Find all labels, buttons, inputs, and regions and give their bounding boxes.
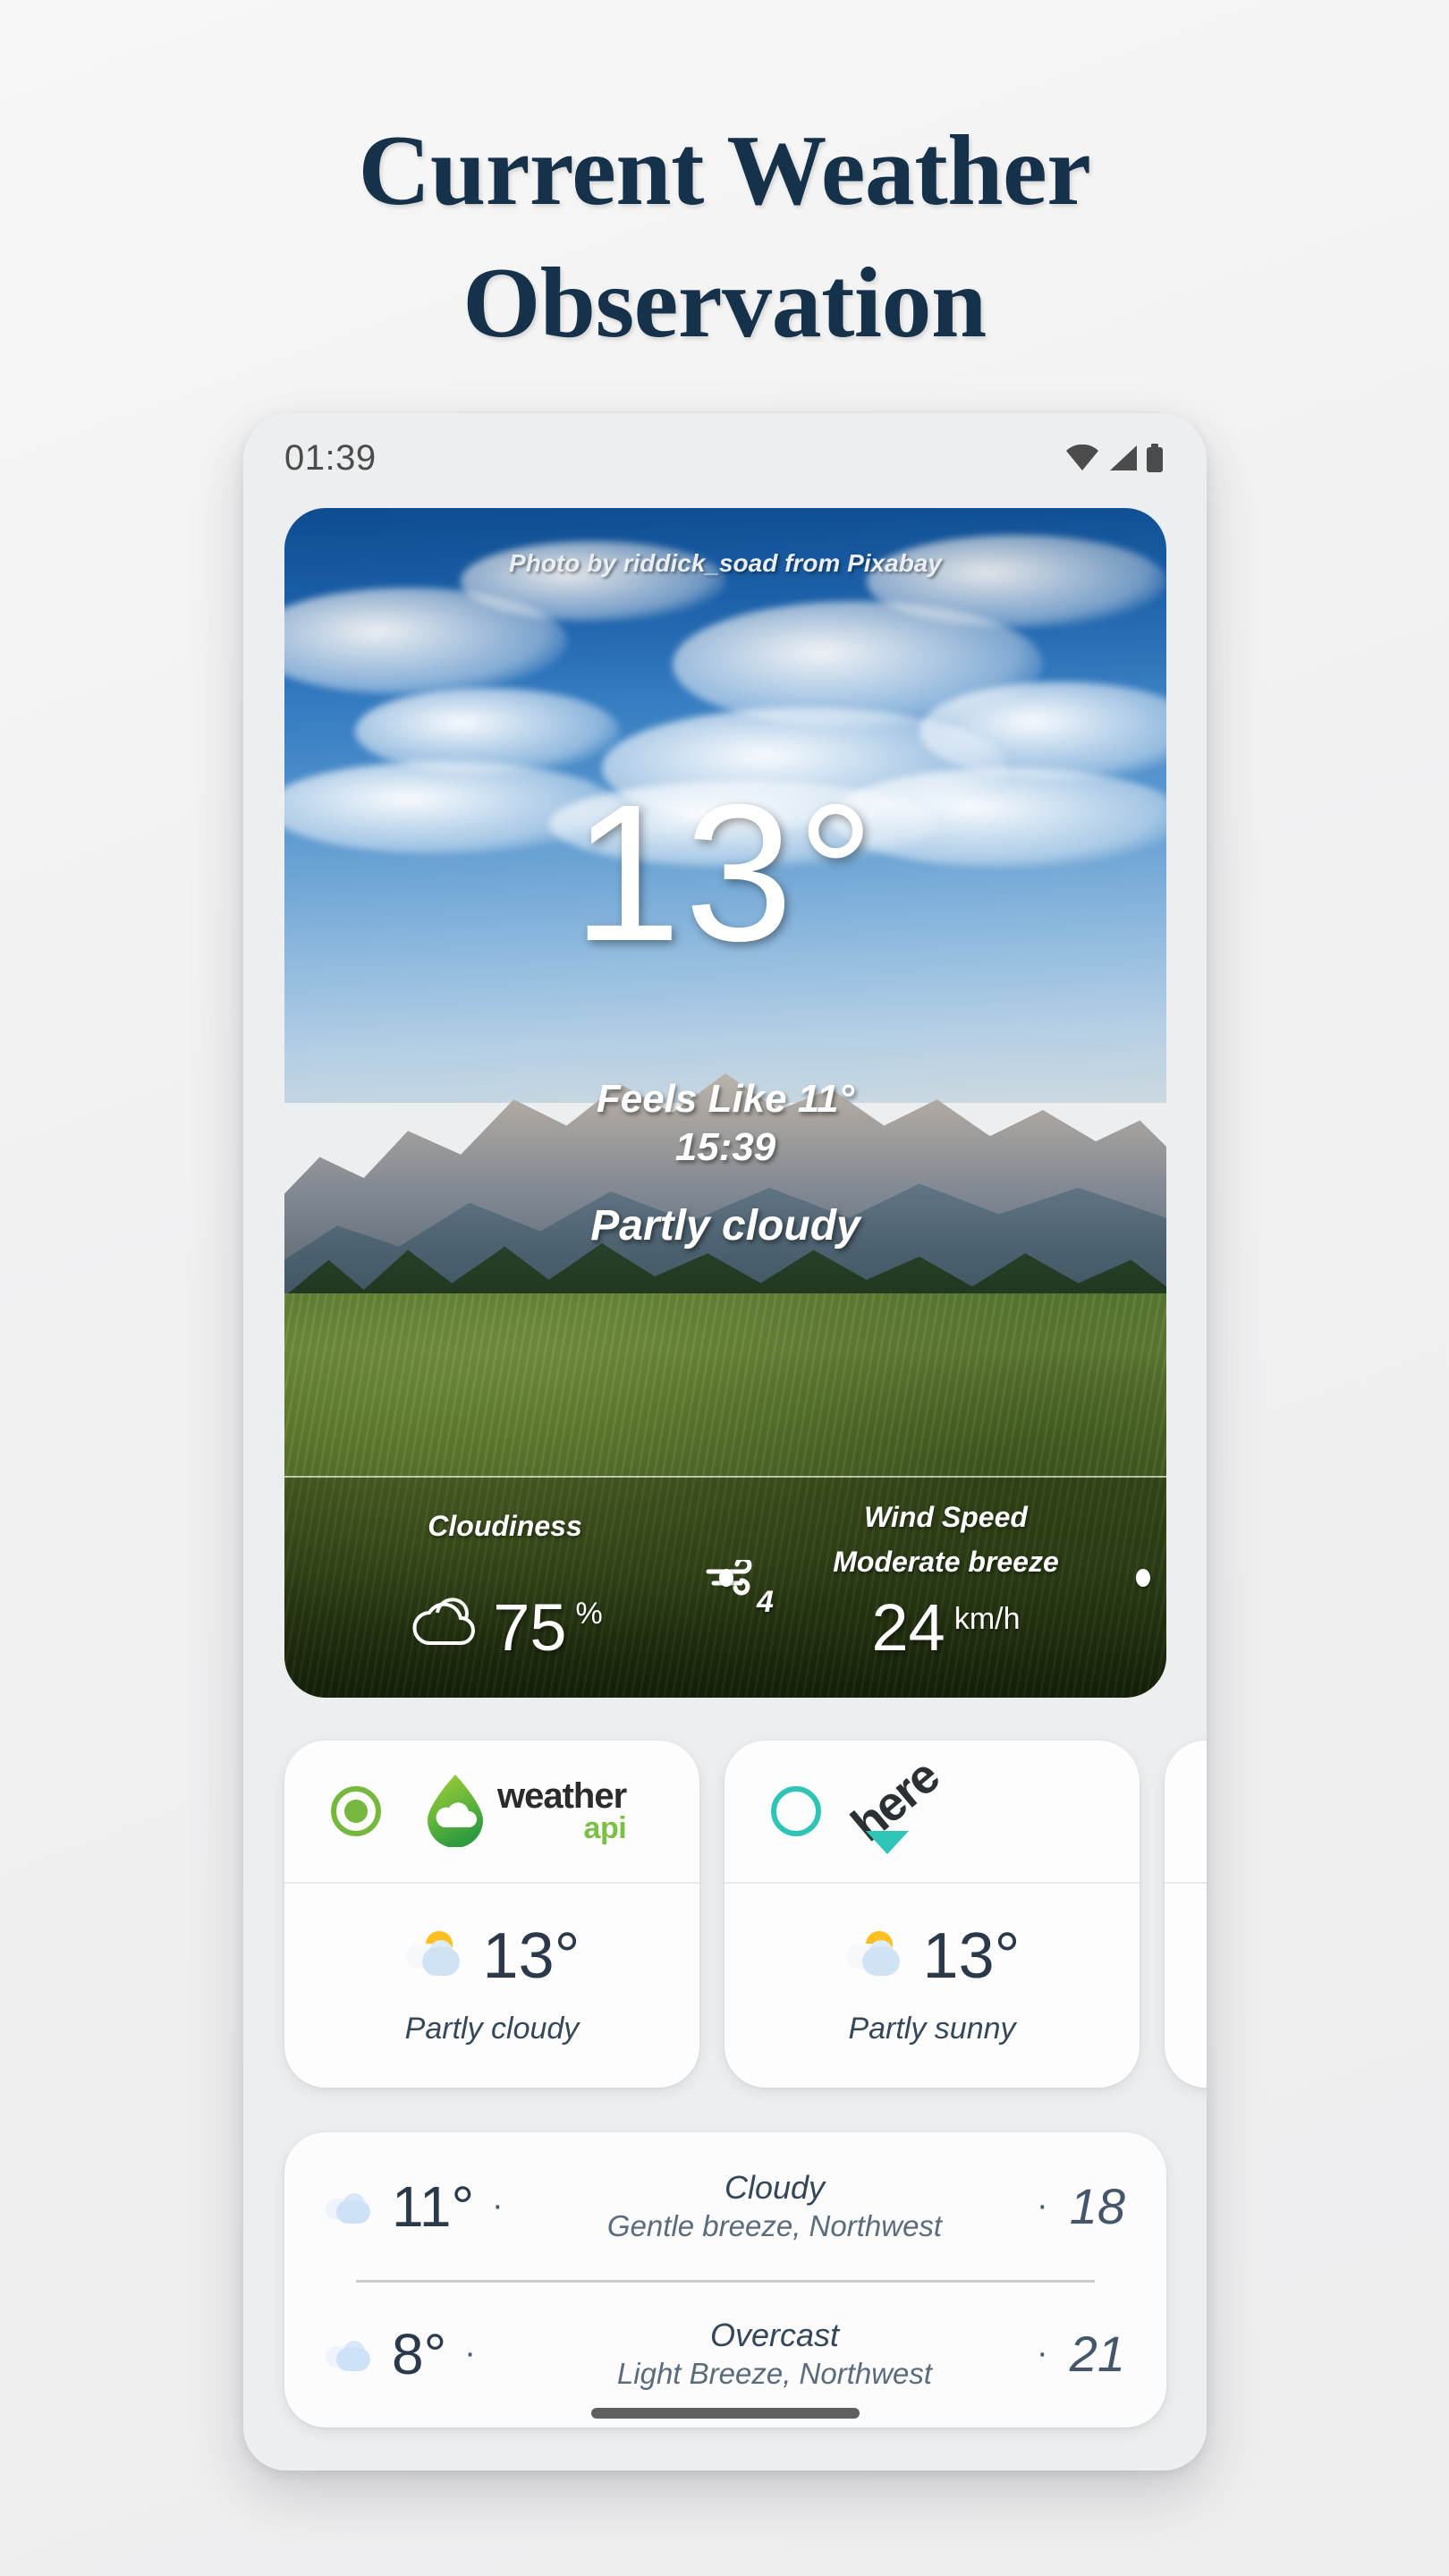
wind-speed-value-row: 24 km/h	[725, 1590, 1166, 1665]
forecast-row-right: · 18	[955, 2177, 1125, 2235]
here-logo: here	[842, 1750, 1014, 1856]
provider-body-weatherapi: 13° Partly cloudy	[284, 1884, 699, 2086]
weatherapi-word-api: api	[583, 1810, 627, 1845]
status-bar-clock: 01:39	[284, 437, 377, 478]
phone-mockup: 01:39 Photo by riddick_soad from Pixabay…	[243, 413, 1207, 2470]
cloud-icon	[326, 2186, 379, 2227]
weatherapi-word-weather: weather	[497, 1775, 627, 1816]
forecast-row[interactable]: 11° · Cloudy Gentle breeze, Northwest · …	[284, 2132, 1166, 2283]
provider-card-list[interactable]: weather api 13° Partly cloudy here 13° P…	[284, 1741, 1207, 2088]
provider-header-here[interactable]: here	[724, 1741, 1140, 1884]
forecast-card: 11° · Cloudy Gentle breeze, Northwest · …	[284, 2132, 1166, 2428]
provider-card-weatherapi[interactable]: weather api 13° Partly cloudy	[284, 1741, 699, 2088]
status-bar: 01:39	[243, 413, 1207, 503]
forecast-separator: ·	[492, 2187, 504, 2224]
page-title: Current Weather Observation	[0, 106, 1449, 370]
wind-speed-description: Moderate breeze	[833, 1546, 1059, 1578]
provider-temp-row-here: 13°	[844, 1919, 1021, 1992]
forecast-row-middle: Cloudy Gentle breeze, Northwest	[594, 2167, 955, 2244]
forecast-condition: Overcast	[709, 2317, 840, 2354]
wind-speed-unit: km/h	[953, 1602, 1021, 1637]
wifi-icon	[1065, 445, 1099, 471]
provider-body-here: 13° Partly sunny	[724, 1884, 1140, 2086]
status-bar-icons	[1065, 444, 1164, 472]
observation-time: 15:39	[674, 1125, 776, 1169]
forecast-row-left: 11° ·	[326, 2178, 594, 2235]
provider-header-third[interactable]	[1165, 1741, 1207, 1884]
forecast-right-separator: ·	[1037, 2187, 1048, 2224]
forecast-row-right: · 21	[955, 2325, 1125, 2383]
current-temperature: 13°	[572, 765, 878, 982]
pager-dot-right[interactable]	[1136, 1569, 1150, 1587]
provider-condition-weatherapi: Partly cloudy	[404, 2011, 580, 2046]
weatherapi-wordmark: weather api	[497, 1775, 627, 1845]
cloudiness-value: 75	[493, 1590, 567, 1665]
provider-header-weatherapi[interactable]: weather api	[284, 1741, 699, 1884]
forecast-row-middle: Overcast Light Breeze, Northwest	[594, 2315, 955, 2392]
battery-icon	[1146, 444, 1164, 472]
provider-condition-here: Partly sunny	[848, 2011, 1016, 2046]
wind-speed-label: Wind Speed	[864, 1501, 1028, 1533]
forecast-row[interactable]: 8° · Overcast Light Breeze, Northwest · …	[284, 2280, 1166, 2428]
stat-wind-speed[interactable]: Wind Speed Moderate breeze 24 km/h	[725, 1478, 1166, 1698]
page-root: Current Weather Observation 01:39 Photo …	[0, 0, 1449, 2576]
forecast-separator: ·	[464, 2334, 476, 2372]
sun-behind-cloud-icon	[404, 1929, 469, 1983]
weatherapi-logo: weather api	[422, 1772, 627, 1852]
provider-radio-here[interactable]	[771, 1786, 821, 1836]
feels-like-label: Feels Like 11°	[596, 1077, 855, 1121]
cloudiness-value-row: 75 %	[284, 1590, 725, 1665]
wind-speed-value: 24	[871, 1590, 945, 1665]
photo-credit: Photo by riddick_soad from Pixabay	[509, 549, 942, 577]
forecast-temperature: 11°	[392, 2174, 475, 2239]
forecast-right-separator: ·	[1037, 2334, 1048, 2372]
cloudiness-label: Cloudiness	[428, 1510, 582, 1542]
forecast-temperature: 8°	[392, 2321, 447, 2386]
forecast-wind: Light Breeze, Northwest	[616, 2357, 933, 2391]
signal-icon	[1107, 445, 1138, 471]
wind-beaufort: 4	[757, 1585, 774, 1619]
here-triangle-icon	[866, 1831, 909, 1854]
forecast-wind: Gentle breeze, Northwest	[606, 2209, 943, 2243]
hero-weather-card[interactable]: Photo by riddick_soad from Pixabay 13° F…	[284, 508, 1166, 1698]
forecast-value: 21	[1069, 2326, 1125, 2382]
provider-card-here[interactable]: here 13° Partly sunny	[724, 1741, 1140, 2088]
weatherapi-droplet-icon	[422, 1772, 488, 1852]
cloud-icon	[407, 1593, 480, 1653]
stat-cloudiness[interactable]: Cloudiness 75 %	[284, 1478, 725, 1698]
home-indicator[interactable]	[590, 2408, 860, 2419]
forecast-value: 18	[1069, 2178, 1125, 2234]
forecast-condition: Cloudy	[724, 2169, 826, 2207]
pager-dot-left[interactable]	[719, 1569, 733, 1587]
page-title-line2: Observation	[462, 247, 987, 359]
current-condition: Partly cloudy	[590, 1202, 860, 1250]
provider-card-third[interactable]	[1165, 1741, 1207, 2088]
provider-radio-weatherapi[interactable]	[331, 1786, 381, 1836]
sun-behind-cloud-icon	[844, 1929, 909, 1983]
provider-temperature-weatherapi: 13°	[482, 1919, 580, 1992]
page-title-line1: Current Weather	[358, 115, 1091, 226]
cloud-icon	[326, 2334, 379, 2375]
provider-temp-row-weatherapi: 13°	[404, 1924, 580, 1988]
forecast-row-left: 8° ·	[326, 2326, 594, 2383]
provider-temperature-here: 13°	[922, 1919, 1021, 1992]
provider-body-third	[1165, 1884, 1207, 2086]
cloudiness-unit: %	[575, 1597, 603, 1631]
